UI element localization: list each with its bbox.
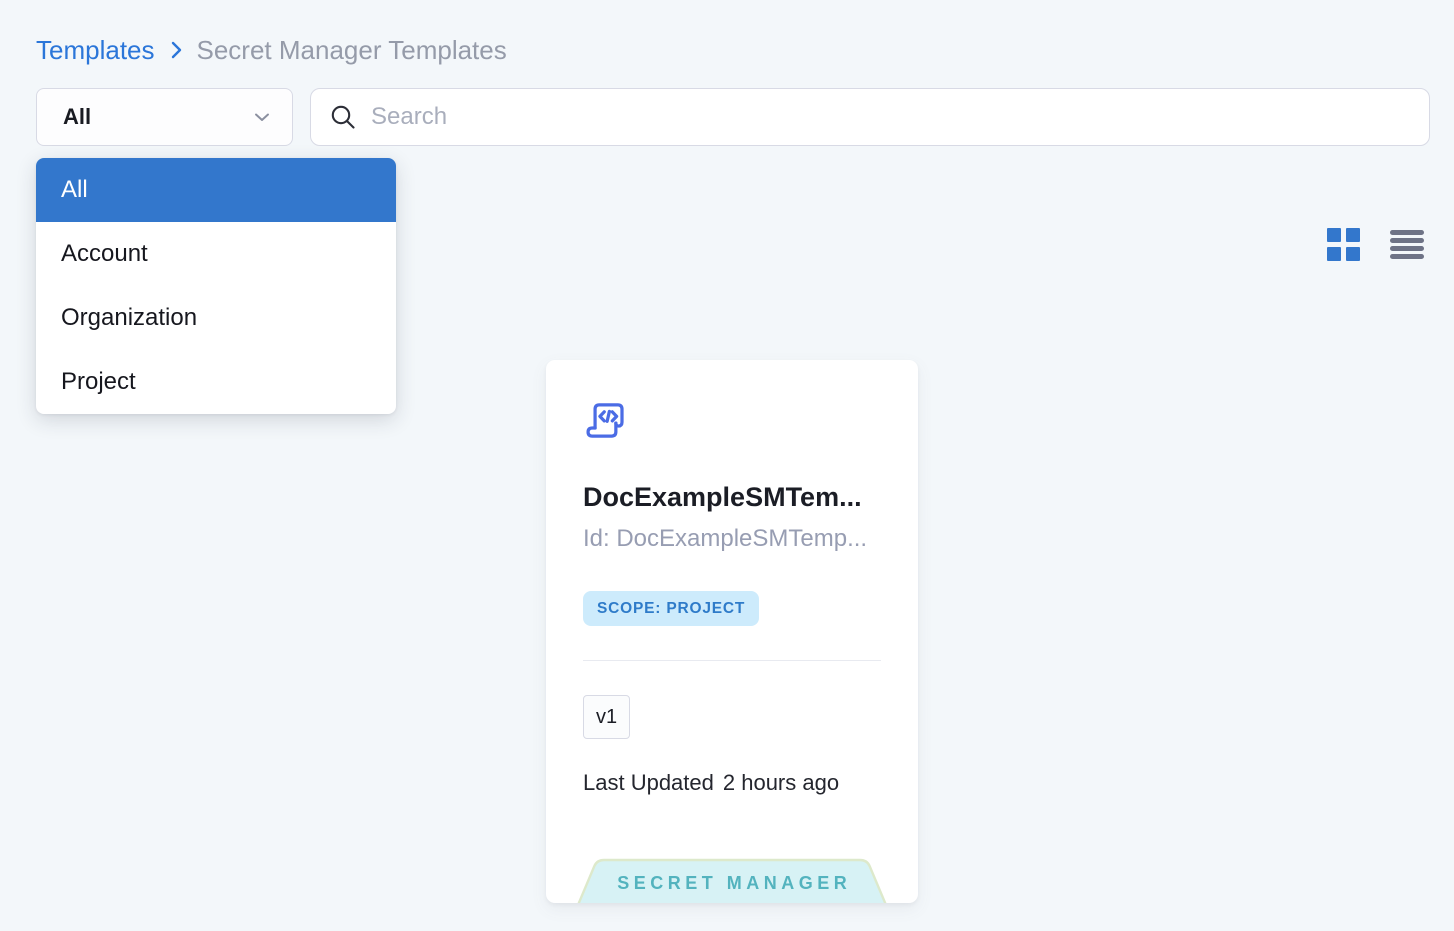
search-input[interactable] [371, 103, 1411, 131]
last-updated-value: 2 hours ago [723, 770, 839, 796]
scope-option-project[interactable]: Project [36, 350, 396, 414]
scope-filter-selected-value: All [63, 104, 91, 130]
template-name: DocExampleSMTem... [583, 482, 888, 513]
scope-filter-dropdown[interactable]: All [36, 88, 293, 146]
scope-badge: SCOPE: PROJECT [583, 591, 759, 626]
scope-filter-menu: All Account Organization Project [36, 158, 396, 414]
list-view-icon[interactable] [1390, 228, 1424, 261]
chevron-right-icon [167, 39, 185, 61]
breadcrumb: Templates Secret Manager Templates [36, 34, 507, 66]
template-id: Id: DocExampleSMTemp... [583, 525, 888, 553]
scope-option-organization[interactable]: Organization [36, 286, 396, 350]
view-toggle-group [1327, 228, 1424, 261]
template-card[interactable]: DocExampleSMTem... Id: DocExampleSMTemp.… [546, 360, 918, 903]
secret-manager-templates-page: Templates Secret Manager Templates All A… [0, 0, 1454, 931]
grid-view-icon[interactable] [1327, 228, 1360, 261]
scope-option-account[interactable]: Account [36, 222, 396, 286]
template-type-ribbon: SECRET MANAGER [574, 858, 890, 903]
card-divider [583, 660, 881, 661]
version-chip: v1 [583, 695, 630, 739]
last-updated: Last Updated 2 hours ago [583, 770, 839, 796]
search-icon [329, 103, 357, 131]
last-updated-label: Last Updated [583, 770, 714, 796]
scope-option-all[interactable]: All [36, 158, 396, 222]
breadcrumb-templates-link[interactable]: Templates [36, 34, 155, 66]
template-script-icon [584, 400, 632, 447]
page-title: Secret Manager Templates [197, 34, 507, 66]
chevron-down-icon [252, 107, 272, 127]
search-bar [310, 88, 1430, 146]
template-type-label: SECRET MANAGER [574, 862, 890, 903]
